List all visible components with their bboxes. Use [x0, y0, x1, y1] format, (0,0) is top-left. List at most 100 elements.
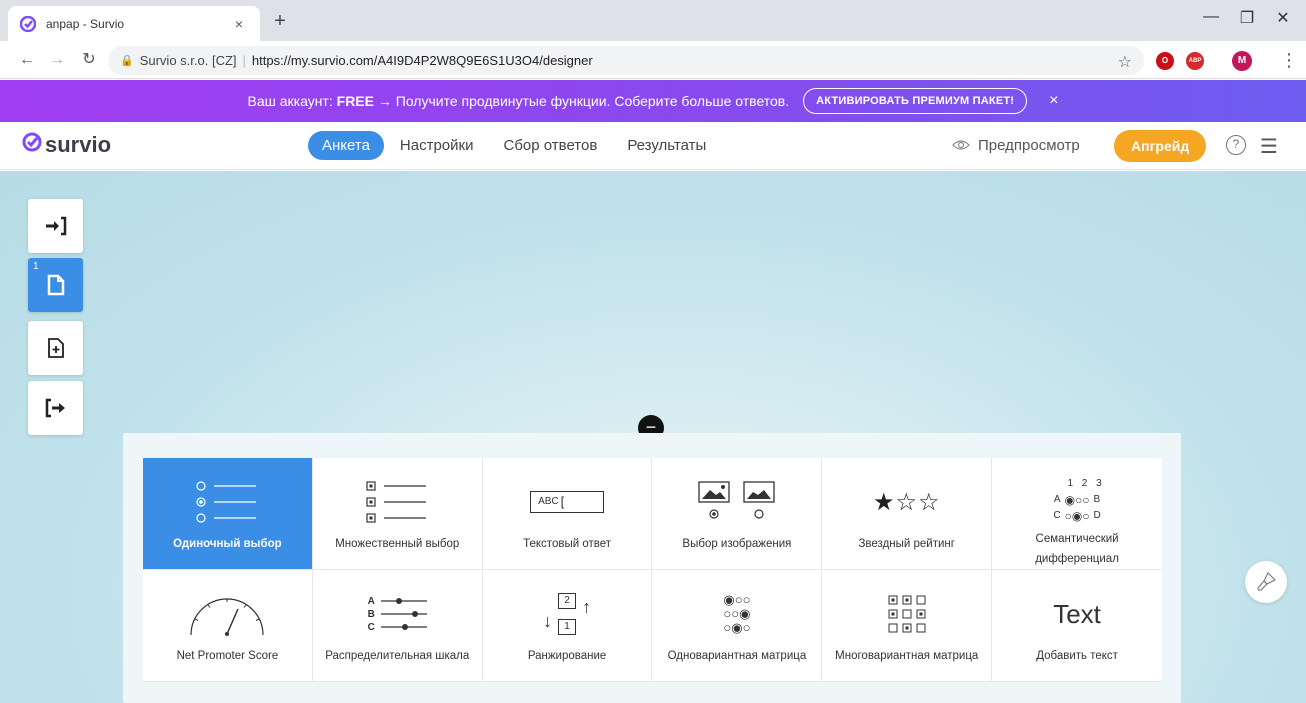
browser-menu-icon[interactable]: ⋮ [1280, 50, 1298, 71]
promo-prefix: Ваш аккаунт: [247, 93, 333, 109]
distribution-scale-icon: A B C [368, 582, 427, 646]
sidebar-add-page-button[interactable] [28, 321, 83, 375]
qtype-distribution-scale[interactable]: A B C Распределительная шкала [312, 570, 483, 682]
url-text: https://my.survio.com/A4I9D4P2W8Q9E6S1U3… [251, 53, 593, 68]
qtype-add-text[interactable]: Text Добавить текст [992, 570, 1162, 682]
promo-banner: Ваш аккаунт: FREE → Получите продвинутые… [0, 80, 1306, 122]
logo-text: survio [45, 132, 112, 157]
multiple-choice-icon [364, 470, 430, 534]
survio-favicon-icon [20, 15, 36, 32]
qtype-label: Множественный выбор [335, 538, 460, 550]
sidebar-page-button[interactable]: 1 [28, 258, 83, 312]
restore-button[interactable]: ❐ [1232, 8, 1262, 28]
qtype-net-promoter-score[interactable]: Net Promoter Score [143, 570, 313, 682]
qtype-label: Добавить текст [1036, 650, 1118, 662]
upgrade-button[interactable]: Апгрейд [1114, 130, 1207, 162]
bookmark-star-icon[interactable]: ☆ [1118, 52, 1132, 72]
forward-button[interactable]: → [46, 49, 68, 71]
sidebar-intro-button[interactable] [28, 199, 83, 253]
tab-collect[interactable]: Сбор ответов [489, 131, 611, 160]
multi-matrix-icon [887, 582, 927, 646]
promo-plan: FREE [336, 93, 374, 109]
minimize-button[interactable]: — [1196, 8, 1226, 26]
profile-avatar[interactable]: M [1232, 51, 1252, 71]
qtype-label: Звездный рейтинг [858, 538, 955, 550]
qtype-label: Одновариантная матрица [667, 650, 807, 662]
app-header: survio Анкета Настройки Сбор ответов Рез… [0, 122, 1306, 170]
hamburger-menu-icon[interactable]: ☰ [1260, 134, 1278, 159]
semantic-row-label: D [1093, 509, 1101, 521]
semantic-header: 1 2 3 [1067, 477, 1105, 489]
rank-number: 2 [558, 593, 577, 609]
enter-icon [45, 216, 66, 236]
tab-close-icon[interactable]: × [230, 16, 248, 32]
activate-premium-button[interactable]: АКТИВИРОВАТЬ ПРЕМИУМ ПАКЕТ! [803, 88, 1028, 114]
tab-settings[interactable]: Настройки [386, 131, 488, 160]
scale-row-label: A [367, 595, 375, 607]
text-answer-icon: ABC[ [530, 470, 605, 534]
preview-button[interactable]: Предпросмотр [952, 137, 1080, 154]
rank-number: 1 [558, 619, 577, 635]
qtype-single-choice[interactable]: Одиночный выбор [143, 458, 313, 570]
qtype-label: Распределительная шкала [325, 650, 470, 662]
qtype-ranking[interactable]: ↓ 2 1 ↑ Ранжирование [482, 570, 653, 682]
qtype-label: Одиночный выбор [173, 538, 282, 550]
image-choice-icon [696, 470, 778, 534]
star-rating-icon: ★☆☆ [872, 488, 941, 516]
add-text-icon-text: Text [1053, 598, 1101, 629]
tab-survey[interactable]: Анкета [308, 131, 384, 160]
browser-tabstrip: anpap - Survio × + — ❐ ✕ [0, 0, 1306, 41]
single-matrix-icon: ◉○○ ○○◉ ○◉○ [723, 592, 751, 635]
promo-suffix: → Получите продвинутые функции. Соберите… [377, 93, 790, 109]
qtype-label: Текстовый ответ [523, 538, 612, 550]
eye-icon [952, 138, 970, 154]
survio-logo-icon [22, 132, 42, 158]
back-button[interactable]: ← [16, 49, 38, 71]
nps-gauge-icon [185, 582, 269, 646]
qtype-star-rating[interactable]: ★☆☆ Звездный рейтинг [822, 458, 993, 570]
exit-icon [45, 398, 65, 418]
qtype-label: Выбор изображения [682, 538, 792, 550]
tab-results[interactable]: Результаты [613, 131, 720, 160]
new-tab-button[interactable]: + [268, 10, 292, 34]
qtype-semantic-differential[interactable]: 1 2 3 A ◉○○ B C ○◉○ D Семантический дифф… [992, 458, 1162, 570]
paint-brush-icon [1257, 571, 1277, 591]
question-types-grid: Одиночный выбор Множественный выбор ABC[… [143, 458, 1162, 682]
semantic-row-label: B [1093, 493, 1101, 505]
qtype-multi-matrix[interactable]: Многовариантная матрица [822, 570, 993, 682]
text-answer-icon-text: ABC [538, 496, 559, 507]
browser-tab[interactable]: anpap - Survio × [8, 6, 260, 41]
qtype-label: Ранжирование [527, 650, 607, 662]
theme-brush-button[interactable] [1245, 561, 1287, 603]
qtype-label: Семантический дифференциал [1035, 533, 1119, 565]
sidebar-end-button[interactable] [28, 381, 83, 435]
add-text-icon: Text [1053, 582, 1101, 646]
semantic-row-label: A [1053, 493, 1061, 505]
main-nav: Анкета Настройки Сбор ответов Результаты [308, 131, 722, 160]
survio-logo[interactable]: survio [22, 132, 111, 158]
scale-row-label: B [367, 608, 375, 620]
ranking-icon: ↓ 2 1 ↑ [543, 582, 591, 646]
close-window-button[interactable]: ✕ [1268, 8, 1298, 28]
qtype-image-choice[interactable]: Выбор изображения [652, 458, 823, 570]
browser-toolbar: ← → ↻ 🔒 Survio s.r.o. [CZ] | https://my.… [0, 41, 1306, 79]
reload-button[interactable]: ↻ [78, 49, 100, 71]
page-number: 1 [33, 261, 39, 272]
qtype-single-matrix[interactable]: ◉○○ ○○◉ ○◉○ Одновариантная матрица [652, 570, 823, 682]
promo-close-icon[interactable]: × [1049, 92, 1058, 110]
site-org: Survio s.r.o. [CZ] [139, 53, 237, 68]
opera-icon[interactable]: O [1156, 52, 1174, 70]
page-icon [47, 274, 64, 296]
single-choice-icon [194, 470, 260, 534]
address-bar[interactable]: 🔒 Survio s.r.o. [CZ] | https://my.survio… [108, 46, 1144, 75]
preview-label: Предпросмотр [978, 137, 1080, 154]
url-separator: | [242, 53, 246, 68]
semantic-row-label: C [1053, 509, 1061, 521]
semantic-differential-icon: 1 2 3 A ◉○○ B C ○◉○ D [1049, 470, 1104, 529]
lock-icon: 🔒 [120, 55, 134, 67]
qtype-text-answer[interactable]: ABC[ Текстовый ответ [482, 458, 653, 570]
scale-row-label: C [367, 621, 375, 633]
adblock-icon[interactable]: ABP [1186, 52, 1204, 70]
qtype-multiple-choice[interactable]: Множественный выбор [312, 458, 483, 570]
help-icon[interactable]: ? [1226, 135, 1246, 155]
